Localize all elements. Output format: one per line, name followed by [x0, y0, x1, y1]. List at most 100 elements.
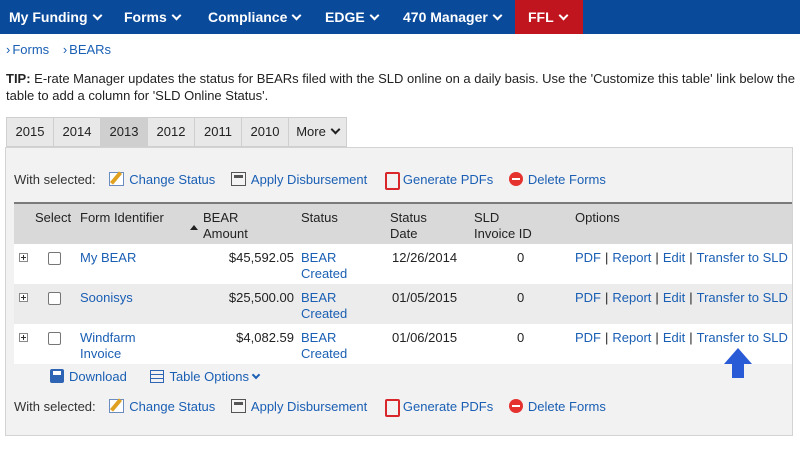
- status-date: 12/26/2014: [392, 250, 458, 265]
- row-select-checkbox[interactable]: [48, 332, 61, 345]
- chevron-down-icon: [291, 10, 302, 21]
- pdf-link[interactable]: PDF: [575, 330, 601, 345]
- top-nav: My Funding Forms Compliance EDGE 470 Man…: [0, 0, 800, 34]
- col-status[interactable]: Status: [301, 210, 338, 226]
- breadcrumb-arrow-icon: ›: [6, 42, 11, 57]
- nav-edge[interactable]: EDGE: [325, 0, 380, 34]
- chevron-down-icon: [369, 10, 380, 21]
- table-row: My BEAR $45,592.05 BEAR Created 12/26/20…: [14, 244, 792, 284]
- tab-more[interactable]: More: [288, 117, 347, 147]
- nav-my-funding[interactable]: My Funding: [9, 0, 102, 34]
- nav-ffl[interactable]: FFL: [515, 0, 583, 34]
- pdf-link[interactable]: PDF: [575, 290, 601, 305]
- form-identifier-link[interactable]: Soonisys: [80, 290, 133, 306]
- row-select-checkbox[interactable]: [48, 252, 61, 265]
- calculator-icon: [230, 399, 246, 413]
- bulk-actions-bottom: With selected: Change Status Apply Disbu…: [14, 397, 618, 417]
- transfer-to-sld-link[interactable]: Transfer to SLD: [697, 250, 788, 265]
- table-header: Select Form Identifier BEAR Amount Statu…: [14, 202, 792, 244]
- status-link[interactable]: BEAR Created: [301, 330, 361, 362]
- edit-icon: [109, 172, 125, 186]
- row-options: PDF | Report | Edit | Transfer to SLD: [575, 290, 788, 305]
- tab-2012[interactable]: 2012: [147, 117, 194, 147]
- transfer-to-sld-link[interactable]: Transfer to SLD: [697, 330, 788, 345]
- tab-2011[interactable]: 2011: [194, 117, 241, 147]
- col-options: Options: [575, 210, 620, 225]
- bear-amount: $25,500.00: [228, 290, 294, 305]
- nav-470-manager[interactable]: 470 Manager: [403, 0, 503, 34]
- row-options: PDF | Report | Edit | Transfer to SLD: [575, 250, 788, 265]
- apply-disbursement-button[interactable]: Apply Disbursement: [230, 170, 367, 190]
- tip-body: E-rate Manager updates the status for BE…: [6, 71, 795, 103]
- status-link[interactable]: BEAR Created: [301, 250, 361, 282]
- row-select-checkbox[interactable]: [48, 292, 61, 305]
- status-link[interactable]: BEAR Created: [301, 290, 361, 322]
- save-icon: [50, 369, 64, 383]
- calculator-icon: [230, 172, 246, 186]
- form-identifier-link[interactable]: My BEAR: [80, 250, 136, 266]
- status-date: 01/05/2015: [392, 290, 458, 305]
- breadcrumb-arrow-icon: ›: [62, 42, 68, 57]
- transfer-to-sld-link[interactable]: Transfer to SLD: [697, 290, 788, 305]
- tab-2014[interactable]: 2014: [53, 117, 100, 147]
- nav-compliance[interactable]: Compliance: [208, 0, 302, 34]
- tab-2015[interactable]: 2015: [6, 117, 53, 147]
- sld-invoice-id: 0: [517, 290, 525, 305]
- report-link[interactable]: Report: [612, 330, 651, 345]
- delete-icon: [508, 399, 523, 413]
- table-options-button[interactable]: Table Options: [150, 369, 261, 384]
- pdf-link[interactable]: PDF: [575, 250, 601, 265]
- breadcrumb-forms[interactable]: Forms: [12, 42, 49, 57]
- chevron-down-icon: [492, 10, 503, 21]
- col-sld-invoice-id[interactable]: SLD Invoice ID: [474, 210, 544, 242]
- delete-icon: [508, 172, 523, 186]
- generate-pdfs-button[interactable]: Generate PDFs: [383, 170, 493, 190]
- breadcrumb-bears[interactable]: BEARs: [69, 42, 111, 57]
- tab-2010[interactable]: 2010: [241, 117, 288, 147]
- form-identifier-link[interactable]: Windfarm Invoice: [80, 330, 160, 362]
- table-icon: [150, 370, 165, 383]
- status-date: 01/06/2015: [392, 330, 458, 345]
- tab-2013[interactable]: 2013: [100, 117, 147, 147]
- table-row: Soonisys $25,500.00 BEAR Created 01/05/2…: [14, 284, 792, 324]
- delete-forms-button[interactable]: Delete Forms: [508, 397, 606, 417]
- report-link[interactable]: Report: [612, 290, 651, 305]
- edit-link[interactable]: Edit: [663, 290, 685, 305]
- chevron-down-icon: [92, 10, 102, 21]
- change-status-button[interactable]: Change Status: [109, 170, 215, 190]
- col-form-identifier[interactable]: Form Identifier: [80, 210, 164, 226]
- col-bear-amount[interactable]: BEAR Amount: [203, 210, 273, 242]
- bulk-actions-top: With selected: Change Status Apply Disbu…: [14, 170, 618, 190]
- with-selected-label: With selected:: [14, 399, 96, 414]
- chevron-down-icon: [251, 370, 261, 380]
- annotation-arrow-icon: [724, 348, 752, 378]
- chevron-down-icon: [171, 10, 182, 21]
- report-link[interactable]: Report: [612, 250, 651, 265]
- expand-row-icon[interactable]: [19, 253, 28, 262]
- row-options: PDF | Report | Edit | Transfer to SLD: [575, 330, 788, 345]
- generate-pdfs-button[interactable]: Generate PDFs: [383, 397, 493, 417]
- col-select: Select: [35, 210, 72, 225]
- expand-row-icon[interactable]: [19, 293, 28, 302]
- edit-link[interactable]: Edit: [663, 330, 685, 345]
- delete-forms-button[interactable]: Delete Forms: [508, 170, 606, 190]
- table-tools: Download Table Options: [50, 367, 261, 387]
- edit-icon: [109, 399, 125, 413]
- expand-row-icon[interactable]: [19, 333, 28, 342]
- bear-amount: $45,592.05: [228, 250, 294, 265]
- chevron-down-icon: [558, 10, 569, 21]
- tip-text: TIP: E-rate Manager updates the status f…: [6, 70, 796, 104]
- bear-amount: $4,082.59: [236, 330, 294, 345]
- table-row: Windfarm Invoice $4,082.59 BEAR Created …: [14, 324, 792, 364]
- download-button[interactable]: Download: [50, 369, 127, 384]
- sld-invoice-id: 0: [517, 250, 525, 265]
- col-status-date[interactable]: Status Date: [390, 210, 440, 242]
- change-status-button[interactable]: Change Status: [109, 397, 215, 417]
- edit-link[interactable]: Edit: [663, 250, 685, 265]
- pdf-icon: [383, 172, 400, 190]
- sld-invoice-id: 0: [517, 330, 525, 345]
- sort-ascending-icon: [190, 225, 198, 230]
- apply-disbursement-button[interactable]: Apply Disbursement: [230, 397, 367, 417]
- with-selected-label: With selected:: [14, 172, 96, 187]
- nav-forms[interactable]: Forms: [124, 0, 182, 34]
